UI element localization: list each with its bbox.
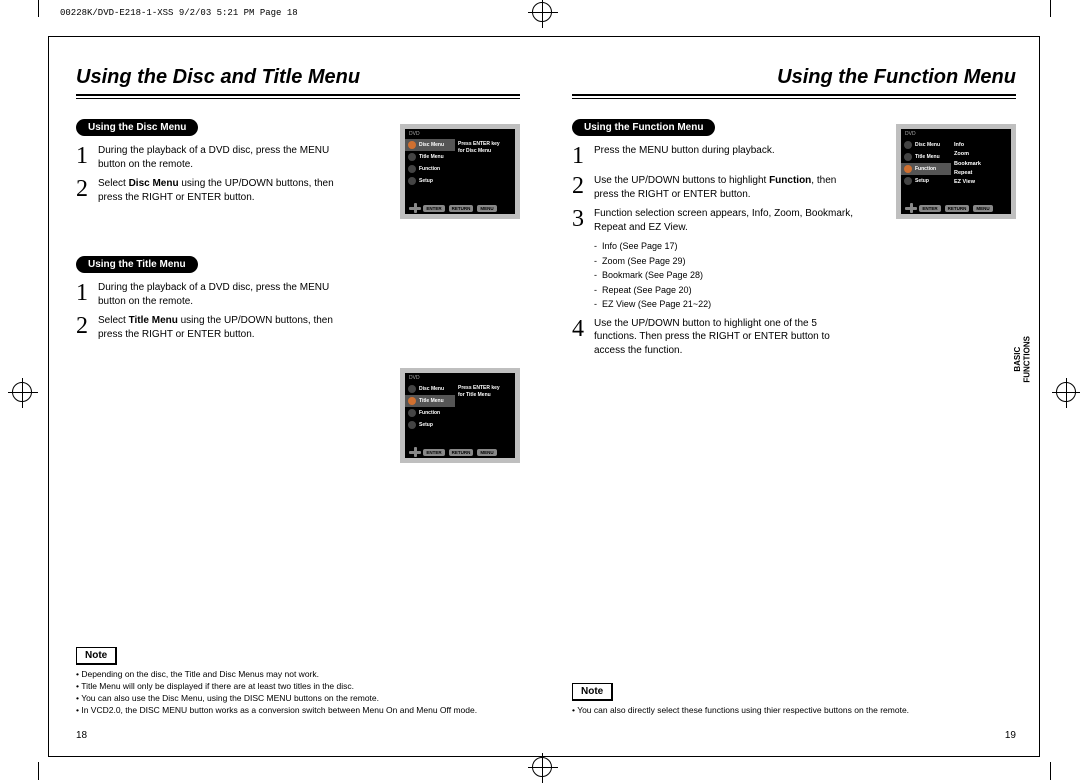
- step-2-title: 2 Select Title Menu using the UP/DOWN bu…: [76, 314, 520, 341]
- function-icon: [408, 409, 416, 417]
- screen-disc-menu: DVD Disc Menu Title Menu Function Setup …: [400, 124, 520, 219]
- setup-icon: [904, 177, 912, 185]
- disc-icon: [408, 385, 416, 393]
- title-icon: [408, 153, 416, 161]
- page-number-right: 19: [1005, 730, 1016, 741]
- note-label: Note: [76, 647, 117, 665]
- disc-icon: [904, 141, 912, 149]
- title-icon: [408, 397, 416, 405]
- step-text: Function selection screen appears, Info,…: [594, 207, 854, 234]
- note-line: • You can also use the Disc Menu, using …: [76, 693, 520, 705]
- setup-icon: [408, 177, 416, 185]
- step-text: During the playback of a DVD disc, press…: [98, 144, 358, 171]
- step-number: 4: [572, 317, 588, 358]
- step-text: Use the UP/DOWN button to highlight one …: [594, 317, 854, 358]
- section-pill-title: Using the Title Menu: [76, 256, 198, 273]
- step-text: Select Title Menu using the UP/DOWN butt…: [98, 314, 358, 341]
- step-text: During the playback of a DVD disc, press…: [98, 281, 358, 308]
- step-text: Select Disc Menu using the UP/DOWN butto…: [98, 177, 358, 204]
- note-line: • Depending on the disc, the Title and D…: [76, 669, 520, 681]
- screen-header: DVD: [405, 129, 515, 139]
- function-icon: [408, 165, 416, 173]
- note-line: • You can also directly select these fun…: [572, 705, 1016, 717]
- step-number: 2: [76, 314, 92, 341]
- registration-mark-icon: [532, 757, 552, 777]
- right-page: Using the Function Menu Using the Functi…: [556, 56, 1032, 745]
- screen-function-menu: DVD Disc Menu Title Menu Function Setup …: [896, 124, 1016, 219]
- note-line: • Title Menu will only be displayed if t…: [76, 681, 520, 693]
- disc-icon: [408, 141, 416, 149]
- page-title-right: Using the Function Menu: [572, 66, 1016, 92]
- print-header: 00228K/DVD-E218-1-XSS 9/2/03 5:21 PM Pag…: [60, 8, 298, 18]
- step-number: 1: [572, 144, 588, 168]
- side-tab: BASICFUNCTIONS: [1013, 336, 1032, 383]
- screen-title-menu: DVD Disc Menu Title Menu Function Setup …: [400, 368, 520, 463]
- note-label: Note: [572, 683, 613, 701]
- step-4-func: 4 Use the UP/DOWN button to highlight on…: [572, 317, 1016, 358]
- step-1-title: 1 During the playback of a DVD disc, pre…: [76, 281, 520, 308]
- function-icon: [904, 165, 912, 173]
- page-number-left: 18: [76, 730, 87, 741]
- sub-list: - Info (See Page 17) - Zoom (See Page 29…: [594, 240, 1016, 311]
- title-rule: [76, 94, 520, 99]
- registration-mark-icon: [532, 2, 552, 22]
- step-number: 2: [76, 177, 92, 204]
- step-number: 1: [76, 144, 92, 171]
- step-number: 3: [572, 207, 588, 234]
- section-pill-disc: Using the Disc Menu: [76, 119, 198, 136]
- title-icon: [904, 153, 912, 161]
- setup-icon: [408, 421, 416, 429]
- notes-right: Note • You can also directly select thes…: [572, 681, 1016, 717]
- step-text: Press the MENU button during playback.: [594, 144, 775, 168]
- left-page: Using the Disc and Title Menu Using the …: [60, 56, 536, 745]
- page-title-left: Using the Disc and Title Menu: [76, 66, 520, 92]
- registration-mark-icon: [1056, 382, 1076, 402]
- title-rule: [572, 94, 1016, 99]
- step-number: 1: [76, 281, 92, 308]
- section-pill-function: Using the Function Menu: [572, 119, 715, 136]
- step-text: Use the UP/DOWN buttons to highlight Fun…: [594, 174, 854, 201]
- note-line: • In VCD2.0, the DISC MENU button works …: [76, 705, 520, 717]
- registration-mark-icon: [12, 382, 32, 402]
- step-number: 2: [572, 174, 588, 201]
- notes-left: Note • Depending on the disc, the Title …: [76, 645, 520, 717]
